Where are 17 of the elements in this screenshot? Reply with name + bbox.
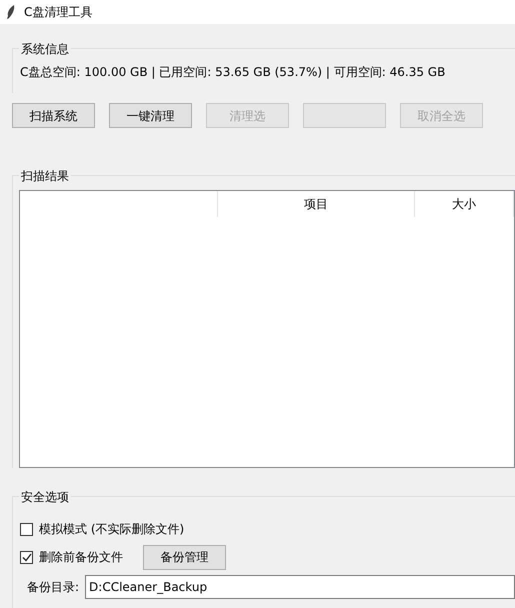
checkbox-label: 删除前备份文件 — [39, 549, 123, 566]
action-button[interactable]: 一键清理 — [109, 103, 192, 128]
column-header[interactable]: 大小 — [415, 191, 514, 217]
feather-icon — [6, 5, 16, 19]
action-button[interactable]: 扫描系统 — [12, 103, 95, 128]
backup-dir-field[interactable]: D:CCleaner_Backup — [85, 575, 515, 599]
checkbox[interactable] — [20, 550, 33, 564]
backup-manage-button[interactable]: 备份管理 — [143, 544, 226, 570]
window-title: C盘清理工具 — [24, 4, 92, 21]
column-header[interactable]: 项目 — [218, 191, 416, 217]
field-label: 备份目录: — [27, 579, 80, 596]
checkbox[interactable] — [20, 522, 33, 536]
group-title: 系统信息 — [19, 40, 71, 58]
group-title: 扫描结果 — [19, 167, 71, 185]
disk-info-text: C盘总空间: 100.00 GB | 已用空间: 53.65 GB (53.7%) | 可用空间: 46.35 GB — [20, 65, 446, 79]
group-title: 安全选项 — [19, 488, 71, 506]
checkbox-label: 模拟模式 (不实际删除文件) — [39, 521, 184, 538]
